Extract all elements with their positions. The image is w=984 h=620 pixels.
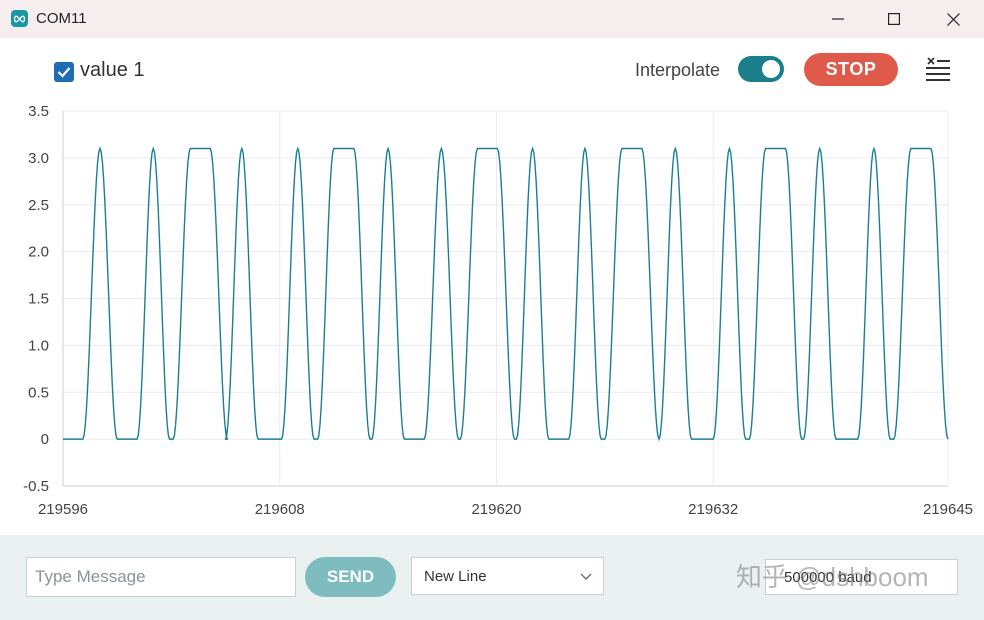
plot-area: 3.5 3.0 2.5 2.0 1.5 1.0 0.5 0 -0.5 219596 219608 21… [0, 100, 984, 534]
maximize-icon [888, 13, 900, 25]
y-tick-label: 3.0 [28, 150, 49, 167]
close-icon [946, 12, 960, 26]
plotter-toolbar: value 1 Interpolate STOP [0, 38, 984, 100]
arduino-infinity-icon [11, 10, 28, 27]
stop-button[interactable]: STOP [804, 53, 898, 86]
y-tick-label: 3.5 [28, 103, 49, 120]
interpolate-toggle[interactable] [738, 56, 784, 82]
clear-button[interactable] [922, 56, 952, 82]
message-bar: SEND New Line 500000 baud 知乎 @dshboom [0, 535, 984, 620]
y-tick-label: 1.5 [28, 291, 49, 308]
window-title: COM11 [36, 10, 87, 27]
x-tick-label: 219620 [471, 501, 521, 518]
close-button[interactable] [924, 0, 982, 38]
minimize-icon [832, 18, 844, 20]
clear-list-icon [926, 57, 950, 81]
send-button[interactable]: SEND [305, 557, 396, 597]
x-tick-label: 219596 [38, 501, 88, 518]
checkmark-icon [57, 67, 71, 78]
series-line-value-1 [63, 146, 949, 442]
title-bar: COM11 [0, 0, 984, 39]
interpolate-label: Interpolate [635, 60, 721, 80]
minimize-button[interactable] [809, 0, 867, 38]
legend-label: value 1 [80, 59, 145, 81]
legend-checkbox[interactable] [54, 62, 74, 82]
y-tick-label: 2.0 [28, 244, 49, 261]
x-tick-label: 219645 [923, 501, 973, 518]
line-chart: 3.5 3.0 2.5 2.0 1.5 1.0 0.5 0 -0.5 219596 219608 21… [23, 103, 973, 518]
chevron-down-icon [580, 573, 592, 580]
x-tick-label: 219608 [255, 501, 305, 518]
y-tick-label: 0 [41, 431, 49, 448]
line-ending-select[interactable]: New Line [411, 557, 604, 595]
maximize-button[interactable] [865, 0, 923, 38]
watermark: 知乎 @dshboom [736, 562, 929, 592]
x-tick-label: 219632 [688, 501, 738, 518]
y-tick-label: 0.5 [28, 384, 49, 401]
toggle-knob [762, 60, 780, 78]
line-ending-value: New Line [424, 568, 487, 585]
y-tick-label: 2.5 [28, 197, 49, 214]
y-tick-label: 1.0 [28, 337, 49, 354]
y-tick-label: -0.5 [23, 478, 49, 495]
message-input[interactable] [26, 557, 296, 597]
